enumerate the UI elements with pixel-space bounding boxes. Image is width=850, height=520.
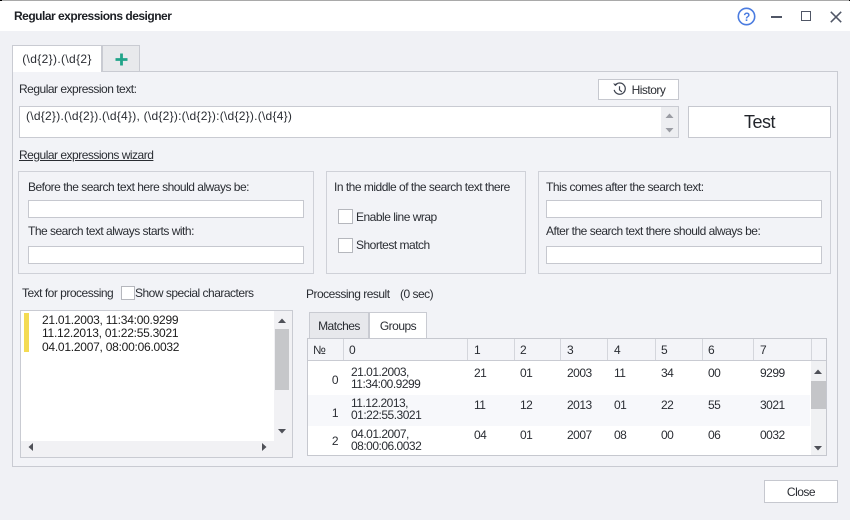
svg-text:?: ? xyxy=(743,12,750,24)
